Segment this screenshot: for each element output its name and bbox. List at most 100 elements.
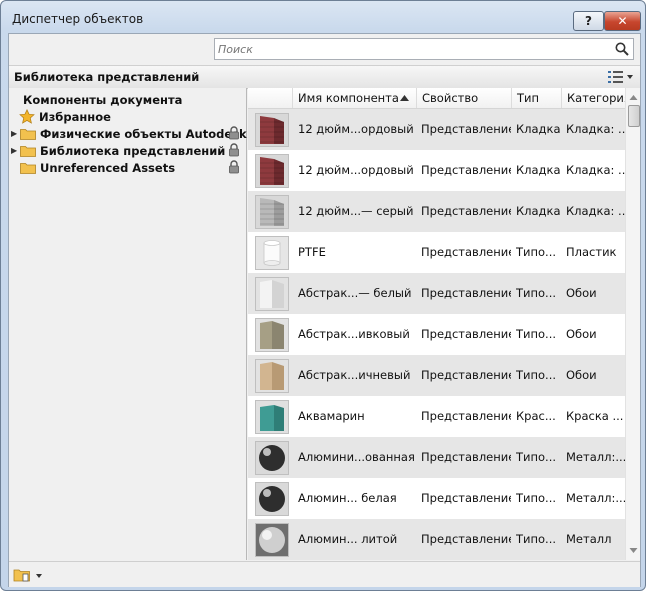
cell-property: Представление [421, 532, 511, 546]
thumb-column-header [248, 88, 292, 108]
scrollbar-thumb[interactable] [628, 105, 640, 127]
expand-arrow-icon[interactable]: ▶ [11, 129, 19, 138]
table-row[interactable]: Алюмини...ованная Представление Типо... Мет… [248, 437, 625, 478]
table-row[interactable]: PTFE Представление Типо... Пластик [248, 232, 625, 273]
table-row[interactable]: Аквамарин Представление Крас... Краска ... [248, 396, 625, 437]
asset-thumbnail [255, 482, 289, 516]
table-row[interactable]: Абстрак...ичневый Представление Типо... Обо… [248, 355, 625, 396]
list-view-icon [608, 71, 633, 83]
cell-category: Обои [566, 327, 597, 341]
table-row[interactable]: 12 дюйм...— серый Представление Кладка Клад… [248, 191, 625, 232]
favorites-item[interactable]: Избранное [19, 108, 111, 125]
column-header-property[interactable]: Свойство [416, 88, 511, 108]
lock-icon [229, 143, 239, 157]
scroll-up-icon[interactable] [626, 90, 640, 104]
cell-property: Представление [421, 327, 511, 341]
asset-thumbnail [255, 113, 289, 147]
cell-category: Краска ... [566, 409, 624, 423]
scroll-down-icon[interactable] [626, 544, 640, 558]
cell-type: Кладка [516, 122, 561, 136]
asset-manager-window: Диспетчер объектов ? ✕ Библиотека предст… [0, 0, 646, 591]
tree-item-label: Библиотека представлений [40, 143, 226, 158]
window-title: Диспетчер объектов [12, 12, 144, 26]
tree-item-autodesk-physical[interactable]: ▶ Физические объекты Autodesk [11, 125, 247, 142]
table-row[interactable]: Абстрак...ивковый Представление Типо... Обо… [248, 314, 625, 355]
cell-type: Типо... [516, 245, 557, 259]
cell-name: Алюмини...ованная [298, 450, 415, 464]
table-row[interactable]: Абстрак...— белый Представление Типо... Обо… [248, 273, 625, 314]
cell-name: Аквамарин [298, 409, 365, 423]
search-icon[interactable] [614, 41, 630, 57]
cell-category: Кладка: ... [566, 204, 625, 218]
document-assets-item[interactable]: Компоненты документа [23, 91, 182, 108]
sort-asc-icon [400, 95, 409, 101]
column-header-name-label: Имя компонента [298, 91, 399, 105]
folder-icon [20, 145, 36, 157]
table-row[interactable]: Алюмин... белая Представление Типо... Метал… [248, 478, 625, 519]
column-header-category[interactable]: Категория [561, 88, 631, 108]
cell-category: Металл [566, 532, 612, 546]
column-header-name[interactable]: Имя компонента [292, 88, 416, 108]
folder-add-icon [13, 569, 42, 582]
cell-name: Абстрак...ивковый [298, 327, 410, 341]
document-assets-label: Компоненты документа [23, 92, 183, 107]
cell-category: Обои [566, 286, 597, 300]
title-bar[interactable]: Диспетчер объектов ? ✕ [1, 1, 645, 35]
cell-category: Кладка: ... [566, 163, 625, 177]
view-options-button[interactable] [608, 69, 634, 85]
tree-item-label: Unreferenced Assets [40, 160, 176, 175]
cell-category: Металл:... [566, 450, 625, 464]
lock-icon [229, 160, 239, 174]
table-row[interactable]: 12 дюйм...ордовый Представление Кладка Клад… [248, 150, 625, 191]
cell-name: Абстрак...ичневый [298, 368, 411, 382]
asset-thumbnail [255, 523, 289, 557]
close-button[interactable]: ✕ [604, 11, 641, 31]
cell-property: Представление [421, 286, 511, 300]
search-bar [9, 34, 640, 64]
column-header-type[interactable]: Тип [511, 88, 561, 108]
column-header-category-label: Категория [567, 91, 631, 105]
asset-thumbnail [255, 441, 289, 475]
vertical-scrollbar[interactable] [625, 88, 640, 560]
tree-item-unreferenced[interactable]: Unreferenced Assets [20, 159, 175, 176]
cell-name: Алюмин... белая [298, 491, 397, 505]
folder-icon [20, 162, 36, 174]
cell-type: Кладка [516, 204, 561, 218]
star-icon [19, 109, 35, 124]
client-area: Библиотека представлений Компоненты доку… [8, 33, 641, 587]
asset-thumbnail [255, 154, 289, 188]
library-header: Библиотека представлений [9, 65, 640, 89]
status-bar [9, 561, 640, 587]
search-box[interactable] [214, 38, 634, 60]
cell-property: Представление [421, 368, 511, 382]
cell-property: Представление [421, 245, 511, 259]
cell-type: Типо... [516, 532, 557, 546]
cell-name: Алюмин... литой [298, 532, 398, 546]
lock-icon [229, 126, 239, 140]
asset-thumbnail [255, 400, 289, 434]
library-title: Библиотека представлений [14, 70, 200, 84]
close-icon: ✕ [617, 14, 628, 28]
cell-type: Типо... [516, 327, 557, 341]
column-header-property-label: Свойство [422, 91, 479, 105]
cell-name: PTFE [298, 245, 326, 259]
grid-header: Имя компонента Свойство Тип Категория [248, 88, 631, 109]
asset-thumbnail [255, 359, 289, 393]
cell-property: Представление [421, 409, 511, 423]
cell-type: Типо... [516, 368, 557, 382]
cell-type: Типо... [516, 286, 557, 300]
help-button[interactable]: ? [573, 11, 604, 31]
tree-item-label: Физические объекты Autodesk [40, 126, 247, 141]
expand-arrow-icon[interactable]: ▶ [11, 146, 19, 155]
tree-item-appearance-library[interactable]: ▶ Библиотека представлений [11, 142, 225, 159]
cell-name: 12 дюйм...— серый [298, 204, 414, 218]
asset-thumbnail [255, 195, 289, 229]
create-new-library-button[interactable] [13, 567, 43, 583]
table-row[interactable]: 12 дюйм...ордовый Представление Кладка Клад… [248, 109, 625, 150]
search-input[interactable] [218, 41, 608, 57]
cell-category: Металл:... [566, 491, 625, 505]
cell-property: Представление [421, 491, 511, 505]
favorites-label: Избранное [39, 109, 111, 124]
table-row[interactable]: Алюмин... литой Представление Типо... Метал… [248, 519, 625, 560]
cell-type: Типо... [516, 491, 557, 505]
